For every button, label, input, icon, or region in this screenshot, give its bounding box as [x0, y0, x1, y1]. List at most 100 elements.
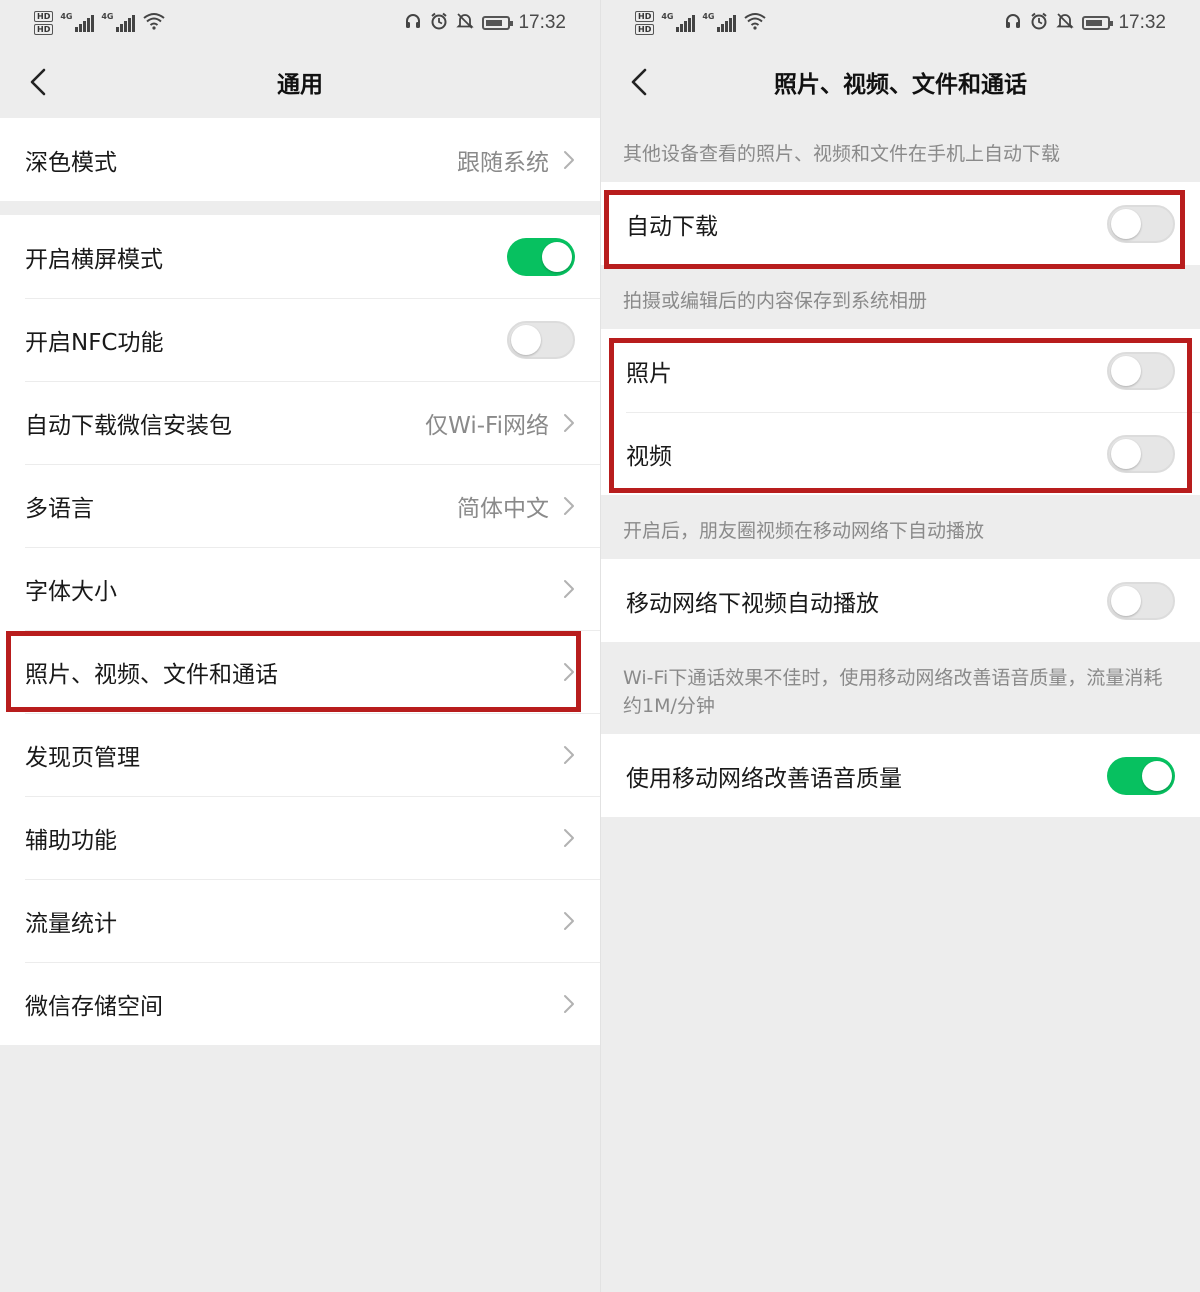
toggle-switch-off[interactable]	[507, 320, 575, 359]
section-header: 开启后，朋友圈视频在移动网络下自动播放	[623, 520, 985, 542]
navigation-bar: 通用	[0, 46, 600, 118]
setting-control: 简体中文	[457, 489, 575, 523]
chevron-right-icon	[564, 745, 574, 764]
setting-label: 流量统计	[25, 910, 117, 937]
setting-control: 跟随系统	[457, 143, 575, 177]
setting-control	[507, 320, 575, 359]
setting-row[interactable]: 字体大小	[0, 547, 600, 630]
settings-group: 自动下载	[601, 182, 1200, 265]
setting-row[interactable]: 照片、视频、文件和通话	[0, 630, 600, 713]
setting-label: 辅助功能	[25, 827, 117, 854]
headset-icon	[404, 12, 422, 35]
toggle-switch-on[interactable]	[1107, 756, 1175, 795]
toggle-knob	[511, 324, 541, 355]
signal-icon: 4G	[661, 12, 696, 32]
setting-label: 照片、视频、文件和通话	[25, 661, 278, 688]
status-bar: HD HD 4G 4G 17:32	[601, 0, 1200, 46]
status-right: 17:32	[404, 12, 566, 35]
hd-label: HD	[635, 24, 655, 35]
hd-label: HD	[34, 11, 54, 22]
chevron-left-icon	[30, 68, 46, 96]
toggle-switch-off[interactable]	[1107, 581, 1175, 620]
toggle-knob	[1111, 585, 1141, 616]
section-gap	[0, 201, 600, 215]
toggle-switch-on[interactable]	[507, 237, 575, 276]
setting-control	[563, 579, 575, 599]
hd-icon: HD HD	[635, 11, 655, 35]
setting-label: 深色模式	[25, 149, 117, 176]
setting-row[interactable]: 自动下载微信安装包 仅Wi-Fi网络	[0, 381, 600, 464]
setting-label: 微信存储空间	[25, 993, 163, 1020]
setting-label: 自动下载	[626, 213, 718, 240]
setting-control	[1107, 351, 1175, 390]
setting-row[interactable]: 发现页管理	[0, 713, 600, 796]
setting-row[interactable]: 深色模式 跟随系统	[0, 118, 600, 201]
setting-row: 开启NFC功能	[0, 298, 600, 381]
chevron-right-icon	[564, 150, 574, 169]
setting-value: 跟随系统	[457, 149, 549, 176]
setting-control	[1107, 756, 1175, 795]
status-left: HD HD 4G 4G	[635, 11, 766, 35]
settings-group: 移动网络下视频自动播放	[601, 559, 1200, 642]
toggle-switch-off[interactable]	[1107, 204, 1175, 243]
settings-group: 开启横屏模式开启NFC功能自动下载微信安装包 仅Wi-Fi网络多语言 简体中文字体大…	[0, 215, 600, 1045]
setting-row[interactable]: 流量统计	[0, 879, 600, 962]
back-button[interactable]	[22, 66, 54, 98]
section-header: 其他设备查看的照片、视频和文件在手机上自动下载	[623, 143, 1061, 165]
setting-value: 仅Wi-Fi网络	[425, 412, 549, 439]
clock: 17:32	[518, 12, 566, 33]
setting-control	[507, 237, 575, 276]
hd-icon: HD HD	[34, 11, 54, 35]
alarm-icon	[430, 12, 448, 35]
setting-control	[563, 828, 575, 848]
network-type: 4G	[101, 12, 114, 21]
setting-control	[1107, 434, 1175, 473]
setting-row: 使用移动网络改善语音质量	[601, 734, 1200, 817]
setting-label: 发现页管理	[25, 744, 140, 771]
settings-group: 照片 视频	[601, 329, 1200, 495]
media-settings-screen: HD HD 4G 4G 17:32 照片、视频、文件和通话 其他设备查看的照片、视频和文…	[600, 0, 1200, 1292]
settings-list: 其他设备查看的照片、视频和文件在手机上自动下载 自动下载 拍摄或编辑后的内容保存到系…	[601, 118, 1200, 817]
toggle-knob	[1142, 760, 1172, 791]
chevron-right-icon	[564, 911, 574, 930]
section-header: Wi-Fi下通话效果不佳时，使用移动网络改善语音质量，流量消耗约1M/分钟	[623, 667, 1163, 717]
setting-row[interactable]: 辅助功能	[0, 796, 600, 879]
toggle-knob	[1111, 208, 1141, 239]
setting-value: 简体中文	[457, 495, 549, 522]
settings-group: 使用移动网络改善语音质量	[601, 734, 1200, 817]
settings-list: 深色模式 跟随系统开启横屏模式开启NFC功能自动下载微信安装包 仅Wi-Fi网络多语…	[0, 118, 600, 1045]
setting-control	[563, 662, 575, 682]
network-type: 4G	[661, 12, 674, 21]
status-right: 17:32	[1004, 12, 1166, 35]
setting-control	[1107, 204, 1175, 243]
chevron-right-icon	[564, 579, 574, 598]
signal-icon: 4G	[702, 12, 737, 32]
back-button[interactable]	[623, 66, 655, 98]
setting-label: 自动下载微信安装包	[25, 412, 232, 439]
setting-row[interactable]: 多语言 简体中文	[0, 464, 600, 547]
toggle-switch-off[interactable]	[1107, 351, 1175, 390]
setting-control	[563, 994, 575, 1014]
setting-label: 开启NFC功能	[25, 329, 164, 356]
setting-row: 视频	[601, 412, 1200, 495]
status-bar: HD HD 4G 4G 17:32	[0, 0, 600, 46]
setting-label: 视频	[626, 443, 672, 470]
chevron-right-icon	[564, 496, 574, 515]
setting-label: 字体大小	[25, 578, 117, 605]
toggle-switch-off[interactable]	[1107, 434, 1175, 473]
hd-label: HD	[635, 11, 655, 22]
wifi-icon	[143, 12, 165, 35]
headset-icon	[1004, 12, 1022, 35]
chevron-right-icon	[564, 413, 574, 432]
general-settings-screen: HD HD 4G 4G 17:32 通用 深色模式 跟随系统 开启横屏模式 开启NFC功能 自动…	[0, 0, 600, 1292]
setting-row[interactable]: 微信存储空间	[0, 962, 600, 1045]
battery-icon	[1082, 16, 1114, 30]
setting-control	[1107, 581, 1175, 620]
setting-control	[563, 745, 575, 765]
setting-control	[563, 911, 575, 931]
clock: 17:32	[1118, 12, 1166, 33]
page-title: 通用	[277, 72, 323, 98]
setting-label: 多语言	[25, 495, 94, 522]
setting-row: 开启横屏模式	[0, 215, 600, 298]
chevron-right-icon	[564, 828, 574, 847]
